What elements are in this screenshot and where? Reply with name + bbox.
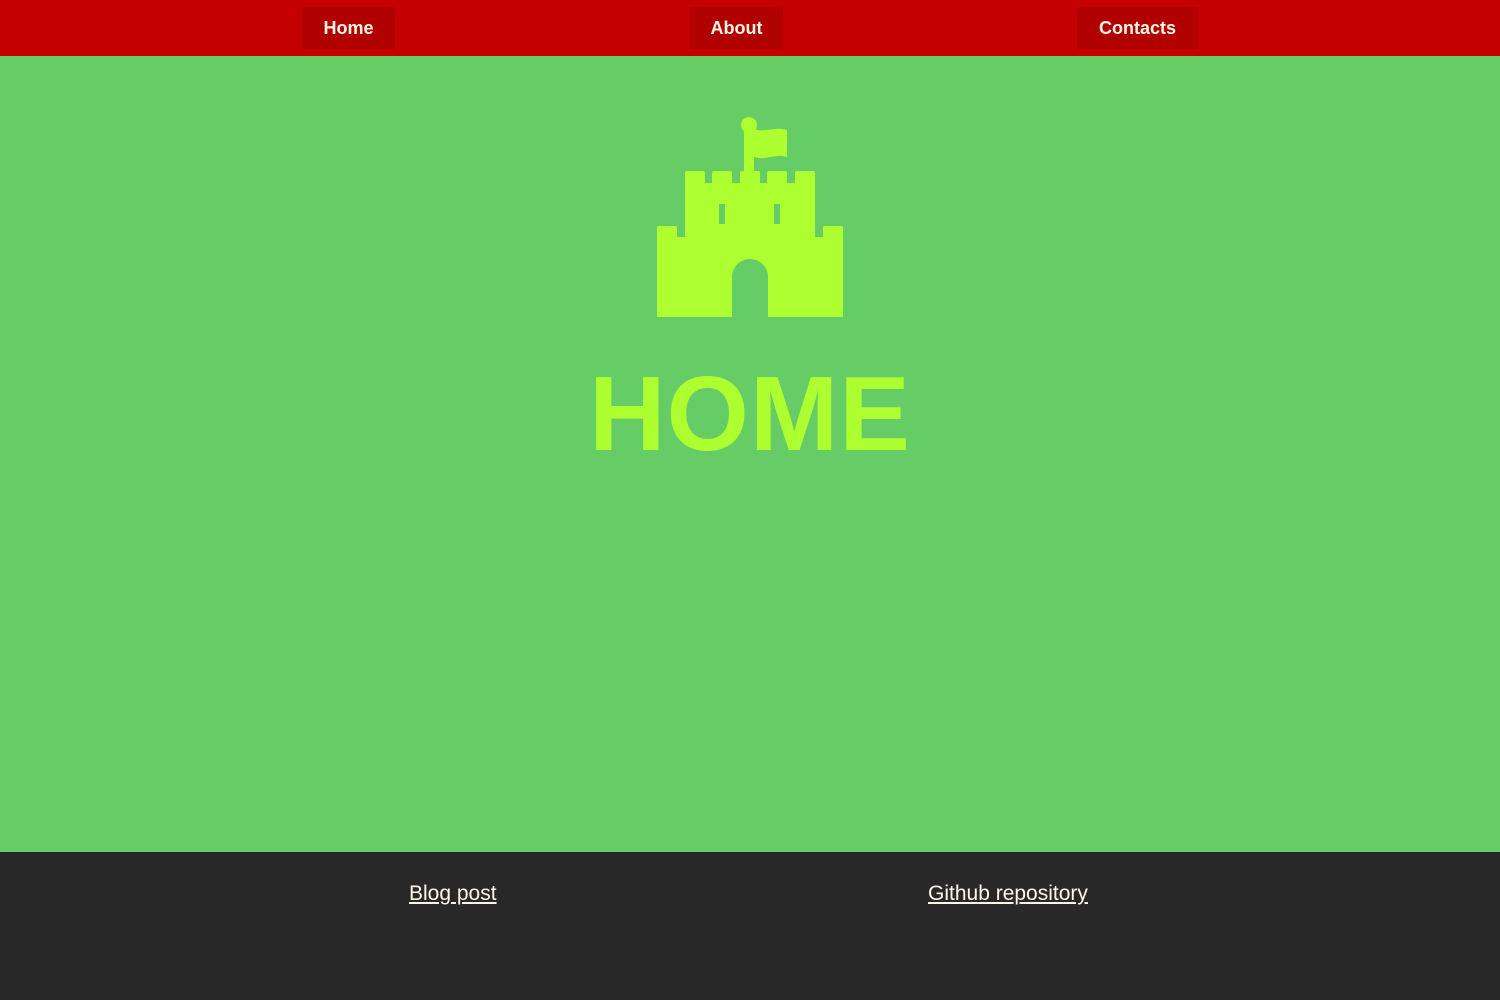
footer: Blog post Github repository — [0, 852, 1500, 1000]
castle-icon — [657, 117, 843, 317]
page-heading: HOME — [589, 355, 911, 473]
top-navbar: Home About Contacts — [0, 0, 1500, 56]
nav-contacts-button[interactable]: Contacts — [1077, 7, 1198, 49]
nav-home-button[interactable]: Home — [302, 7, 395, 49]
main-content: HOME — [0, 56, 1500, 852]
nav-about-button[interactable]: About — [690, 7, 783, 49]
blog-post-link[interactable]: Blog post — [409, 882, 497, 906]
github-repository-link[interactable]: Github repository — [928, 882, 1088, 906]
